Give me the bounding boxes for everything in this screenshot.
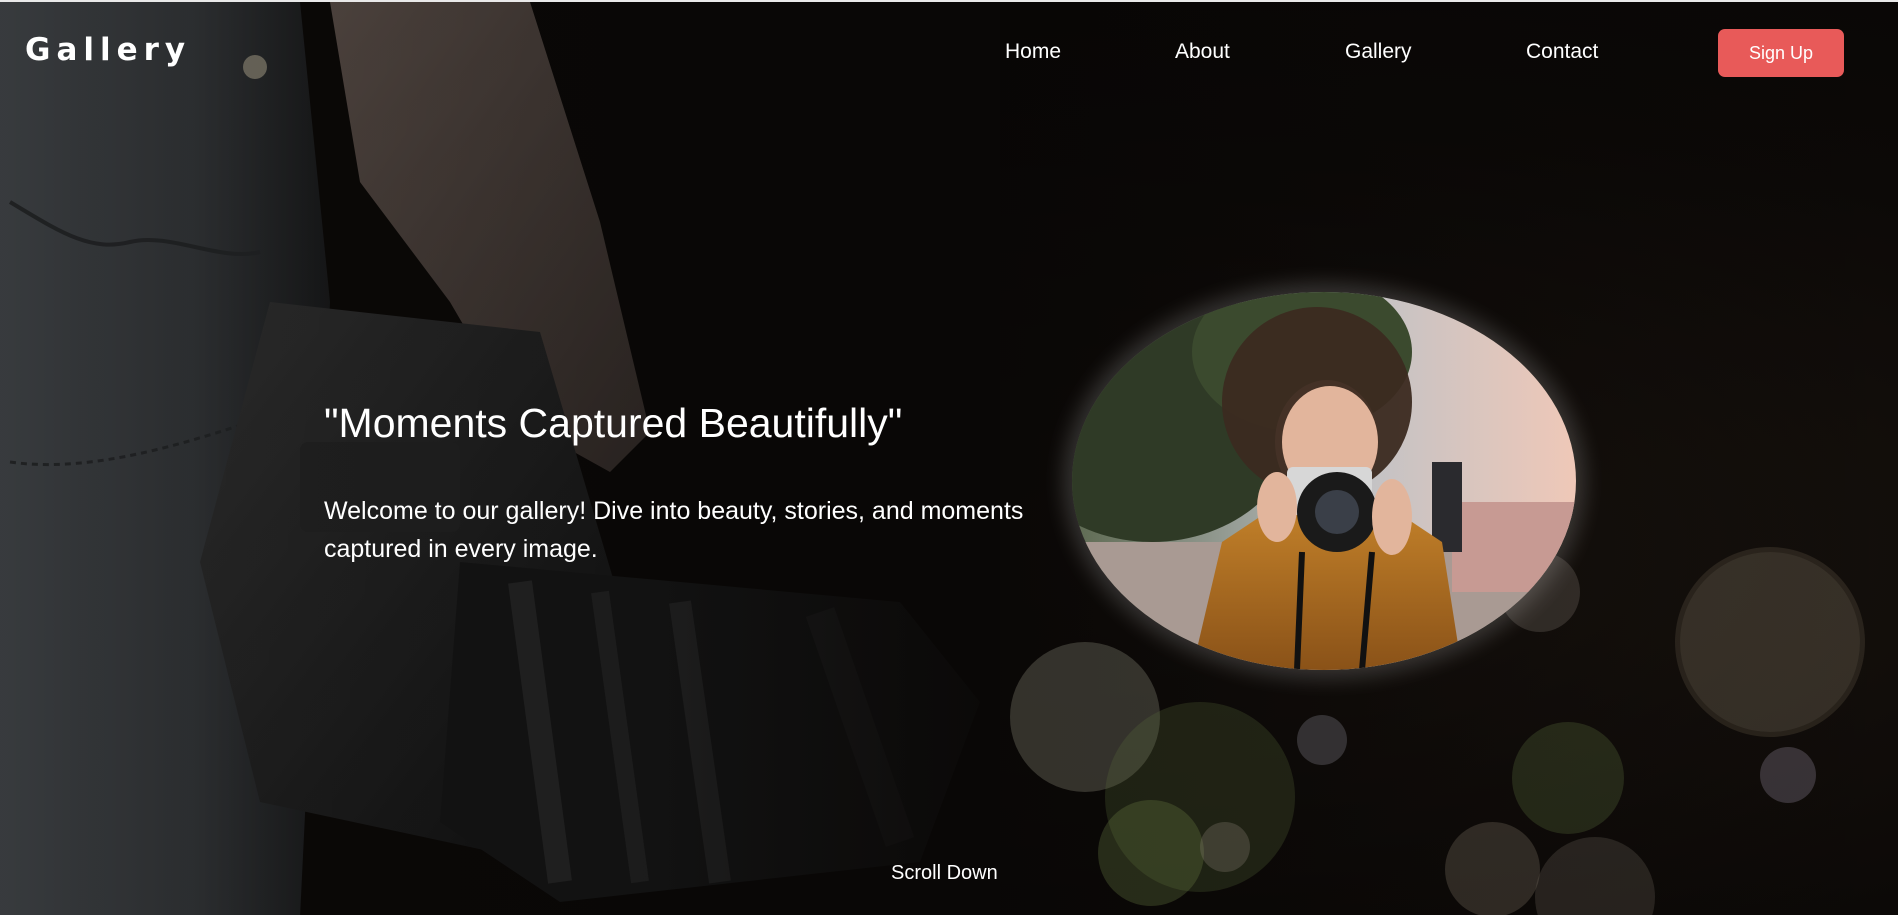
scroll-down-link[interactable]: Scroll Down: [891, 862, 998, 885]
bokeh-light: [1098, 800, 1204, 906]
background-overlay: [0, 2, 1898, 915]
brand-logo[interactable]: Gallery: [25, 32, 191, 68]
bokeh-light: [1105, 702, 1295, 892]
bokeh-light: [1200, 822, 1250, 872]
navbar: Gallery Home About Gallery Contact Sign …: [0, 2, 1898, 102]
signup-button[interactable]: Sign Up: [1718, 29, 1844, 77]
background-photo: [0, 2, 1000, 915]
hero-subtitle: Welcome to our gallery! Dive into beauty…: [324, 497, 1024, 563]
bokeh-light: [1760, 747, 1816, 803]
gallery-landing-page: Gallery Home About Gallery Contact Sign …: [0, 0, 1898, 915]
bokeh-light: [1680, 552, 1860, 732]
nav-link-gallery[interactable]: Gallery: [1345, 40, 1412, 64]
nav-link-about[interactable]: About: [1175, 40, 1230, 64]
bokeh-light: [1535, 837, 1655, 915]
bokeh-light: [1297, 715, 1347, 765]
bokeh-light: [1445, 822, 1540, 915]
hero-title: "Moments Captured Beautifully": [324, 400, 903, 446]
nav-link-contact[interactable]: Contact: [1526, 40, 1598, 64]
bokeh-light: [1512, 722, 1624, 834]
featured-photo: [1072, 292, 1576, 670]
nav-link-home[interactable]: Home: [1005, 40, 1061, 64]
bokeh-light: [1010, 642, 1160, 792]
